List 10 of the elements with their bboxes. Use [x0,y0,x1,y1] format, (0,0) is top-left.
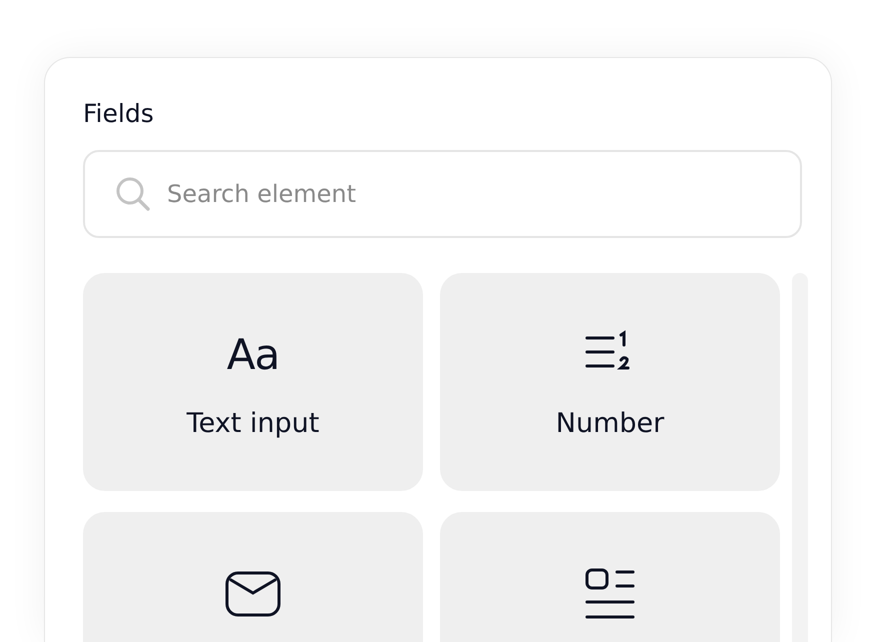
panel-title: Fields [83,100,155,128]
font-glyph: Aa [226,334,280,376]
field-tile[interactable]: Number [440,272,780,490]
tile-label: Number [556,406,664,440]
envelope-icon [224,570,282,618]
search-icon [115,176,151,212]
tile-label: Text input [186,406,320,440]
form-layout-icon [584,566,636,620]
field-tile[interactable]: Aa Text input [83,272,423,490]
search-field[interactable]: Search element [83,150,802,238]
